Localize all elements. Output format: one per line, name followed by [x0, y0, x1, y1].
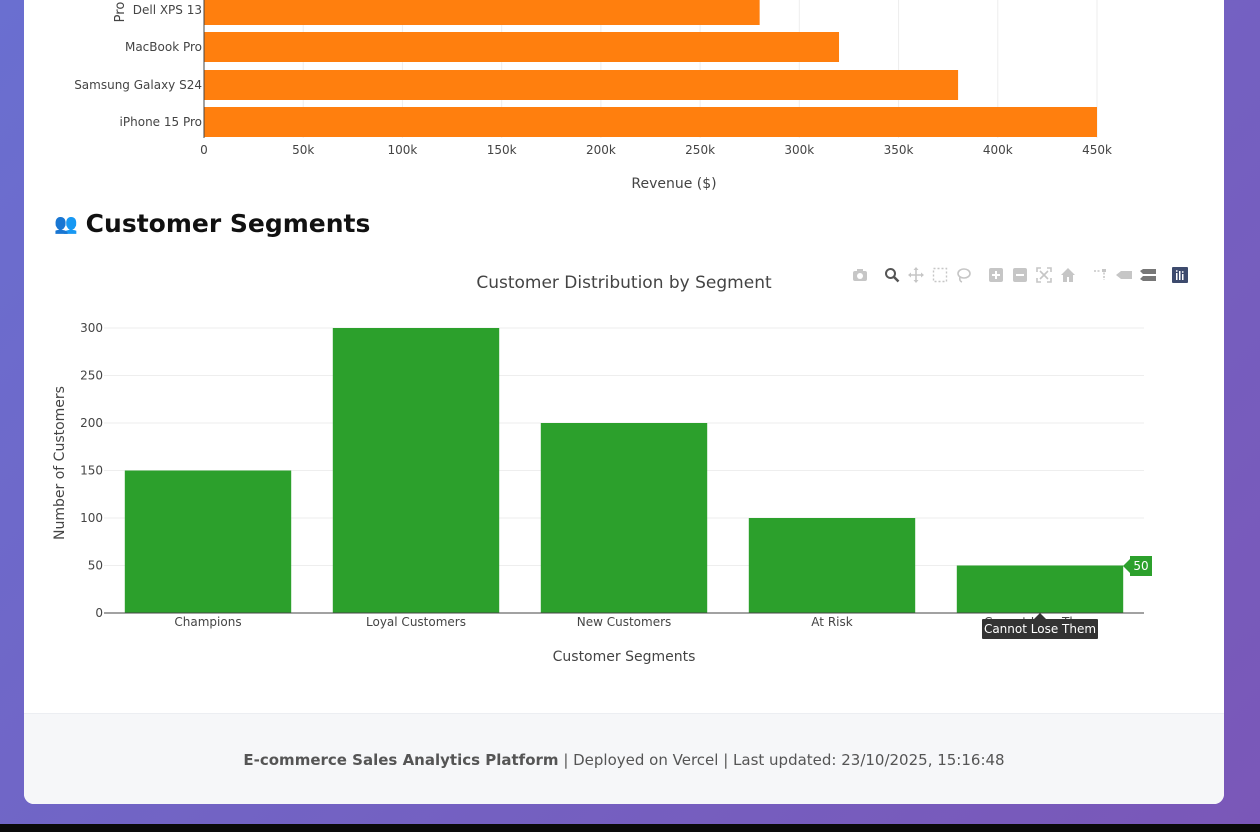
y-tick-label: 50 [88, 559, 103, 573]
hover-value-label: 50 [1123, 556, 1152, 576]
bar[interactable] [204, 32, 840, 62]
bar[interactable] [332, 328, 500, 613]
plotly-logo-icon[interactable] [1168, 264, 1192, 286]
bar[interactable] [956, 565, 1124, 614]
page-footer: E-commerce Sales Analytics Platform | De… [24, 713, 1224, 804]
y-tick-label: 200 [80, 416, 103, 430]
hover-category-tooltip: Cannot Lose Them [982, 613, 1098, 639]
x-tick-label: 0 [200, 143, 208, 157]
x-axis-title: Revenue ($) [631, 176, 716, 192]
zoom-in-icon[interactable] [984, 264, 1008, 286]
y-tick-label: 300 [80, 321, 103, 335]
section-heading-text: Customer Segments [85, 209, 371, 238]
x-axis-title: Customer Segments [553, 649, 696, 665]
y-axis-title-partial: Pro [113, 2, 128, 23]
bar[interactable] [124, 470, 292, 614]
footer-app-name: E-commerce Sales Analytics Platform [243, 750, 559, 769]
x-tick-label: 300k [784, 143, 814, 157]
category-label: MacBook Pro [125, 40, 202, 54]
bar[interactable] [748, 518, 916, 613]
category-label: iPhone 15 Pro [120, 115, 202, 129]
chart-title: Customer Distribution by Segment [476, 273, 772, 293]
category-label: New Customers [577, 615, 672, 629]
x-tick-label: 350k [884, 143, 914, 157]
category-label: Dell XPS 13 [133, 3, 202, 17]
bar[interactable] [540, 423, 708, 613]
bar[interactable] [204, 0, 760, 25]
hover-compare-icon[interactable] [1136, 264, 1160, 286]
zoom-icon[interactable] [880, 264, 904, 286]
x-tick-label: 250k [685, 143, 715, 157]
x-tick-label: 400k [983, 143, 1013, 157]
camera-icon[interactable] [848, 264, 872, 286]
bottom-strip [0, 824, 1260, 832]
category-label: Loyal Customers [366, 615, 466, 629]
hover-closest-icon[interactable] [1112, 264, 1136, 286]
category-label: At Risk [811, 615, 852, 629]
people-icon: 👥 [54, 213, 78, 235]
y-tick-label: 0 [95, 606, 103, 620]
bar[interactable] [204, 107, 1097, 137]
x-tick-label: 450k [1082, 143, 1112, 157]
zoom-out-icon[interactable] [1008, 264, 1032, 286]
x-tick-label: 200k [586, 143, 616, 157]
category-label: Samsung Galaxy S24 [74, 78, 202, 92]
chart-modebar [848, 264, 1192, 286]
bar[interactable] [204, 70, 959, 100]
y-tick-label: 150 [80, 464, 103, 478]
y-tick-label: 100 [80, 511, 103, 525]
dashboard-card: iPhone 15 Pro Samsung Galaxy S24 MacBook P… [24, 0, 1224, 804]
pan-icon[interactable] [904, 264, 928, 286]
lasso-select-icon[interactable] [952, 264, 976, 286]
y-axis-title: Number of Customers [52, 386, 68, 540]
spike-lines-icon[interactable] [1088, 264, 1112, 286]
category-label: Champions [174, 615, 241, 629]
footer-meta: | Deployed on Vercel | Last updated: 23/… [558, 750, 1005, 769]
x-tick-label: 100k [388, 143, 418, 157]
reset-axes-icon[interactable] [1056, 264, 1080, 286]
section-heading-customer-segments: 👥 Customer Segments [54, 209, 370, 238]
x-tick-label: 150k [487, 143, 517, 157]
y-tick-label: 250 [80, 369, 103, 383]
x-tick-label: 50k [292, 143, 314, 157]
top-product-revenue-chart: iPhone 15 Pro Samsung Galaxy S24 MacBook P… [74, 0, 1112, 192]
box-select-icon[interactable] [928, 264, 952, 286]
autoscale-icon[interactable] [1032, 264, 1056, 286]
